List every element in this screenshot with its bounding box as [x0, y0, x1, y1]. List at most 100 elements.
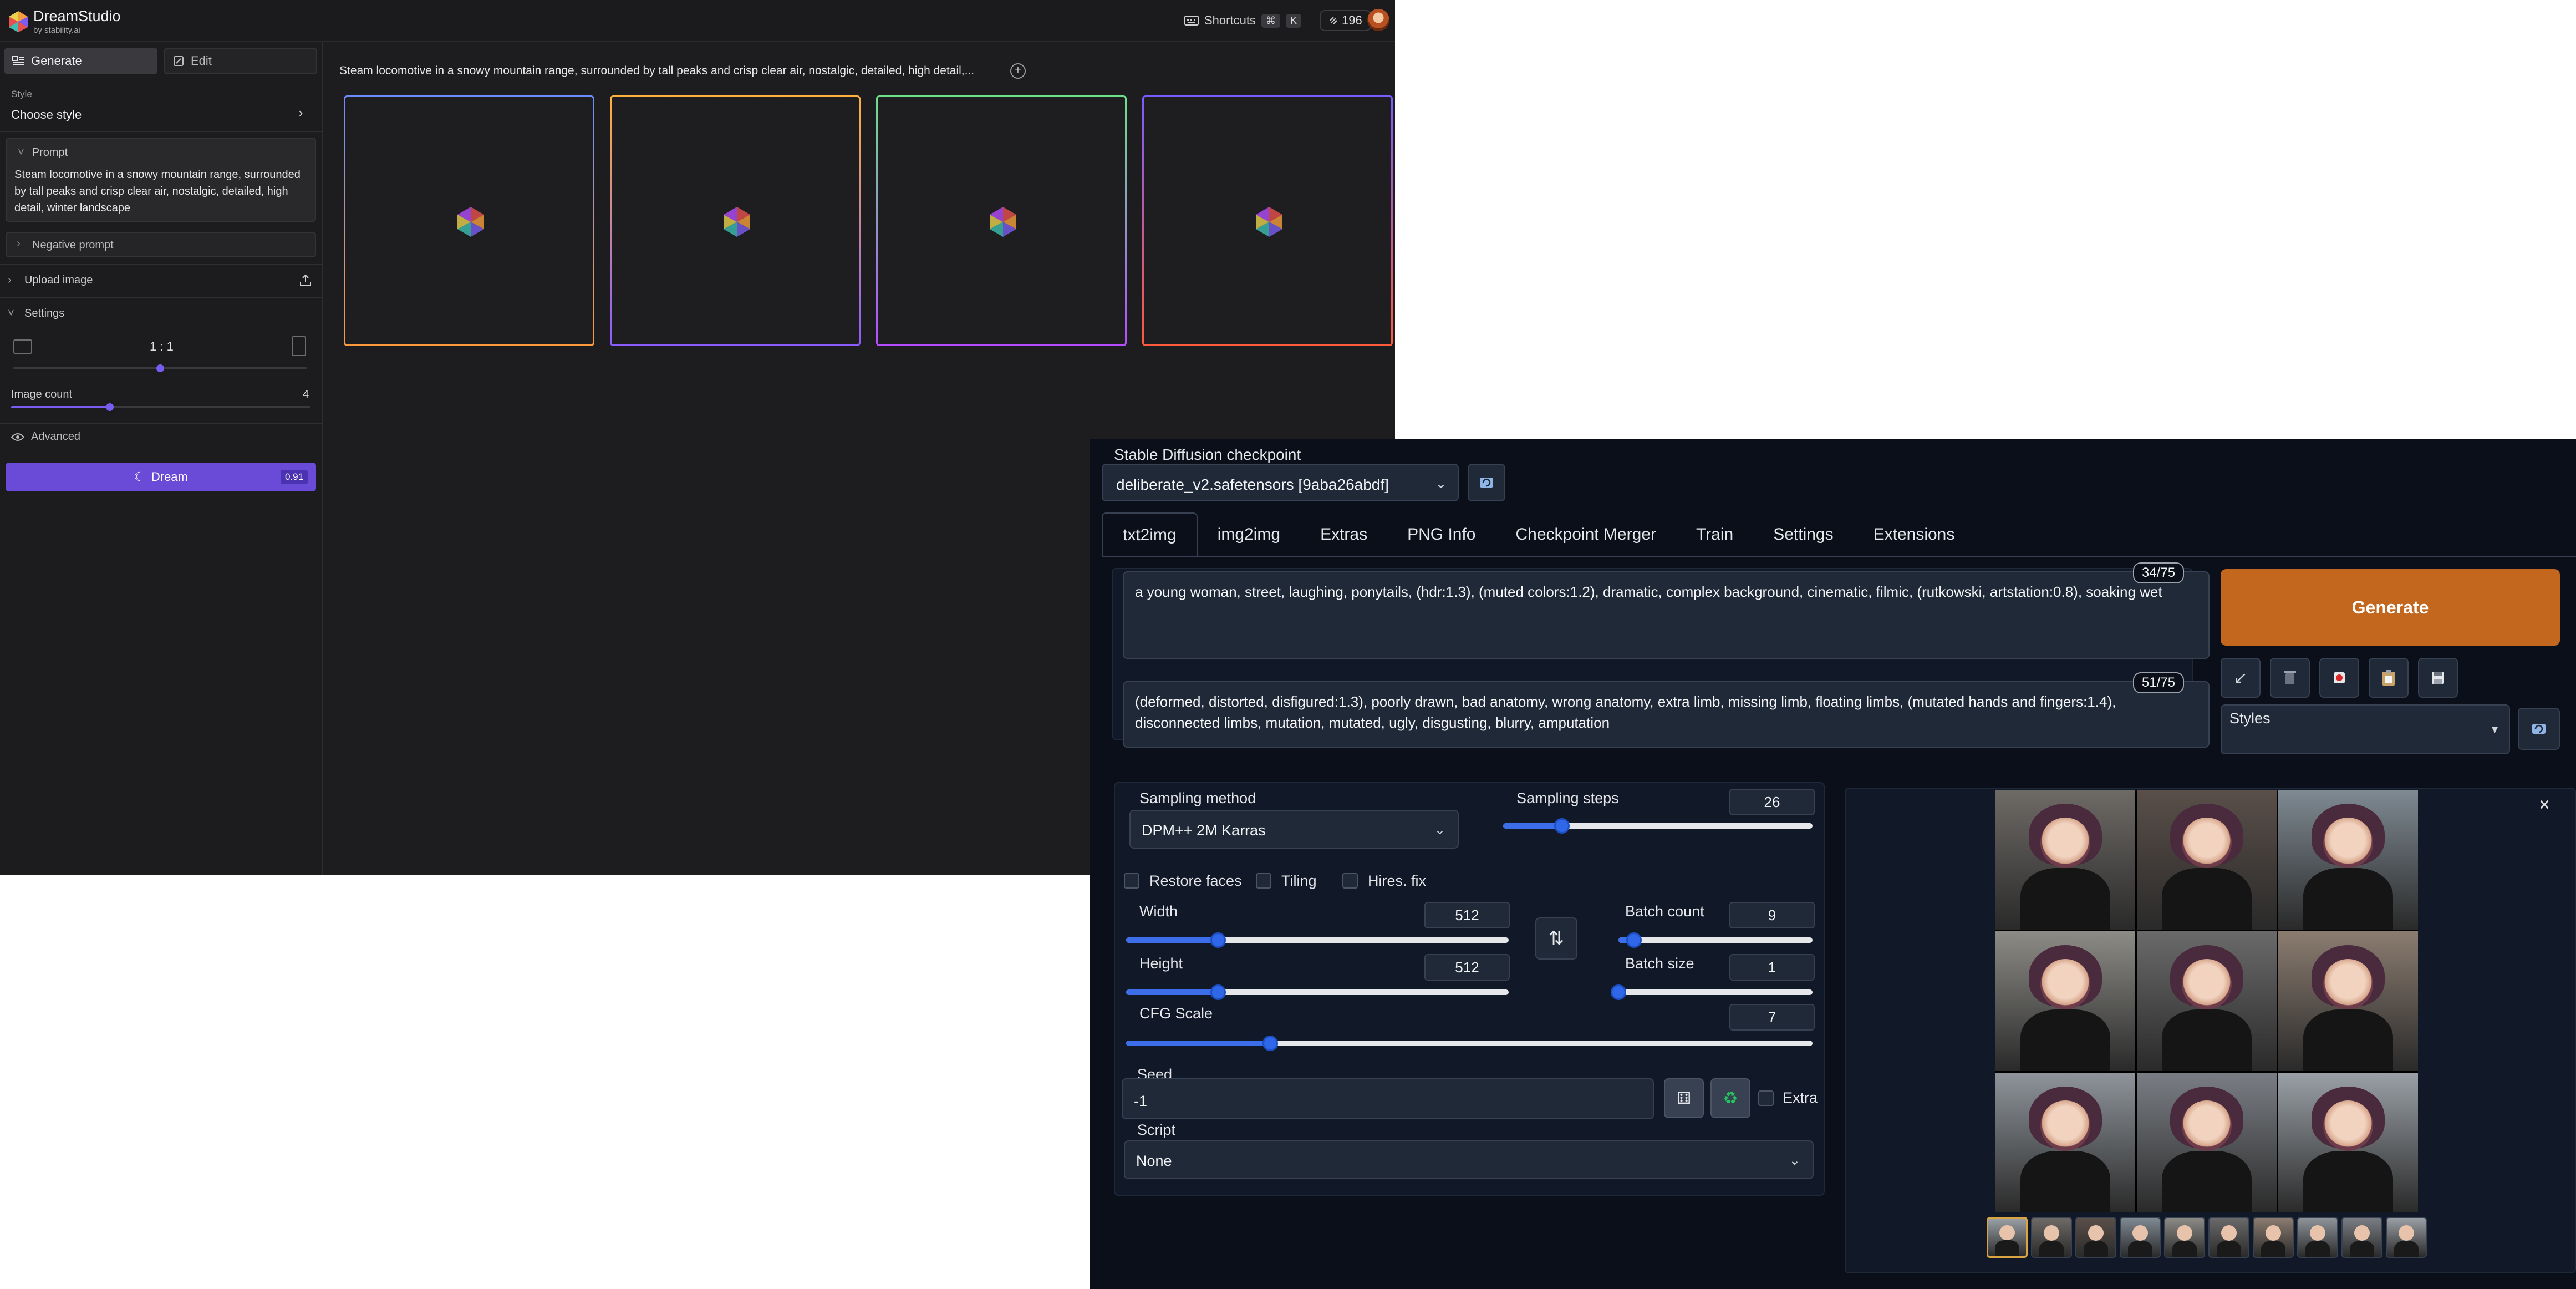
- divider: [0, 131, 322, 132]
- generated-image-card[interactable]: [876, 95, 1127, 346]
- landscape-aspect-icon[interactable]: [13, 339, 32, 354]
- script-select[interactable]: None ⌄: [1124, 1140, 1814, 1179]
- shortcuts-button[interactable]: Shortcuts ⌘ K: [1184, 13, 1301, 28]
- styles-select[interactable]: Styles ▾: [2221, 704, 2510, 754]
- chevron-right-icon[interactable]: ›: [298, 104, 303, 121]
- height-slider[interactable]: [1126, 984, 1509, 1000]
- checkpoint-select[interactable]: deliberate_v2.safetensors [9aba26abdf] ⌄: [1102, 464, 1459, 501]
- record-button[interactable]: [2319, 658, 2359, 698]
- chevron-down-icon: ⌄: [1434, 823, 1445, 838]
- gallery-thumbnail[interactable]: [2341, 1217, 2382, 1258]
- cfg-scale-input[interactable]: 7: [1729, 1004, 1815, 1031]
- aspect-slider[interactable]: [13, 364, 307, 372]
- tab-png-info[interactable]: PNG Info: [1387, 512, 1495, 557]
- batch-size-slider[interactable]: [1611, 984, 1813, 1000]
- read-params-button[interactable]: ↙: [2221, 658, 2261, 698]
- gallery-thumbnail[interactable]: [2208, 1217, 2249, 1258]
- generated-image[interactable]: [1995, 931, 2135, 1071]
- height-input[interactable]: 512: [1424, 954, 1510, 981]
- gallery-thumbnail[interactable]: [2164, 1217, 2205, 1258]
- sampling-steps-input[interactable]: 26: [1729, 789, 1815, 815]
- slider-thumb[interactable]: [1626, 932, 1642, 948]
- gallery-thumbnail[interactable]: [2075, 1217, 2116, 1258]
- swap-dimensions-button[interactable]: ⇅: [1535, 917, 1577, 960]
- generated-image-card[interactable]: [344, 95, 594, 346]
- cfg-scale-slider[interactable]: [1126, 1036, 1813, 1051]
- advanced-toggle[interactable]: Advanced: [11, 430, 80, 443]
- prompt-textarea[interactable]: a young woman, street, laughing, ponytai…: [1123, 571, 2210, 659]
- close-icon[interactable]: ×: [2539, 794, 2550, 816]
- gallery-thumbnail[interactable]: [2386, 1217, 2427, 1258]
- checkpoint-refresh-button[interactable]: [1468, 464, 1505, 501]
- tab-checkpoint-merger[interactable]: Checkpoint Merger: [1496, 512, 1676, 557]
- gallery-thumbnail[interactable]: [2120, 1217, 2161, 1258]
- add-icon[interactable]: +: [1010, 63, 1026, 79]
- tab-txt2img[interactable]: txt2img: [1102, 512, 1198, 557]
- trash-button[interactable]: [2270, 658, 2310, 698]
- upload-icon[interactable]: [298, 273, 313, 287]
- credits-badge[interactable]: 196: [1320, 10, 1371, 31]
- tab-img2img[interactable]: img2img: [1198, 512, 1300, 557]
- slider-thumb[interactable]: [1554, 818, 1570, 834]
- generated-image[interactable]: [1995, 1073, 2135, 1212]
- generated-image[interactable]: [1995, 790, 2135, 930]
- tab-train[interactable]: Train: [1676, 512, 1753, 557]
- tab-generate[interactable]: Generate: [4, 48, 157, 74]
- generated-image[interactable]: [2278, 790, 2418, 930]
- width-input[interactable]: 512: [1424, 902, 1510, 928]
- sampling-method-select[interactable]: DPM++ 2M Karras ⌄: [1129, 810, 1459, 849]
- prompt-title[interactable]: ˅ Prompt: [18, 146, 68, 159]
- style-select[interactable]: Choose style: [11, 108, 82, 122]
- avatar[interactable]: [1367, 9, 1389, 31]
- aspect-slider-thumb[interactable]: [156, 364, 164, 372]
- portrait-face: [2323, 1100, 2374, 1151]
- generated-image[interactable]: [2137, 931, 2277, 1071]
- tab-extensions[interactable]: Extensions: [1854, 512, 1975, 557]
- clipboard-button[interactable]: [2369, 658, 2409, 698]
- generated-image[interactable]: [2278, 931, 2418, 1071]
- batch-count-slider[interactable]: [1618, 932, 1813, 948]
- generated-image-card[interactable]: [610, 95, 861, 346]
- extra-seed-checkbox[interactable]: [1758, 1090, 1774, 1106]
- dreamstudio-logo-icon: [9, 11, 28, 32]
- slider-thumb[interactable]: [1210, 984, 1226, 1000]
- tiling-checkbox[interactable]: [1256, 873, 1271, 889]
- image-count-slider[interactable]: [11, 403, 310, 411]
- slider-thumb[interactable]: [1210, 932, 1226, 948]
- dream-button[interactable]: ☾ Dream 0.91: [6, 463, 316, 491]
- sampling-steps-slider[interactable]: [1503, 818, 1813, 834]
- reuse-seed-button[interactable]: ♻: [1710, 1078, 1750, 1118]
- tab-settings[interactable]: Settings: [1753, 512, 1853, 557]
- loading-logo-icon: [1256, 207, 1282, 237]
- save-style-button[interactable]: [2418, 658, 2458, 698]
- negative-prompt-textarea[interactable]: (deformed, distorted, disfigured:1.3), p…: [1123, 681, 2210, 748]
- main-prompt-text[interactable]: Steam locomotive in a snowy mountain ran…: [339, 64, 974, 78]
- generated-image[interactable]: [2137, 790, 2277, 930]
- thumbnail-body: [2083, 1240, 2109, 1257]
- prompt-textarea[interactable]: Steam locomotive in a snowy mountain ran…: [14, 166, 314, 216]
- restore-faces-checkbox[interactable]: [1124, 873, 1139, 889]
- hires-fix-checkbox[interactable]: [1342, 873, 1358, 889]
- width-slider[interactable]: [1126, 932, 1509, 948]
- random-seed-button[interactable]: ⚅: [1664, 1078, 1704, 1118]
- seed-input[interactable]: -1: [1122, 1078, 1654, 1119]
- gallery-thumbnail[interactable]: [2031, 1217, 2072, 1258]
- negative-prompt-toggle[interactable]: › Negative prompt: [6, 232, 316, 257]
- portrait-aspect-icon[interactable]: [292, 336, 306, 356]
- generated-image[interactable]: [2137, 1073, 2277, 1212]
- styles-refresh-button[interactable]: [2518, 708, 2560, 750]
- batch-size-input[interactable]: 1: [1729, 954, 1815, 981]
- image-grid[interactable]: [1995, 790, 2418, 1212]
- gallery-thumbnail[interactable]: [2297, 1217, 2338, 1258]
- slider-thumb[interactable]: [1262, 1036, 1278, 1051]
- image-count-slider-thumb[interactable]: [106, 403, 114, 411]
- generate-button[interactable]: Generate: [2221, 569, 2560, 646]
- generated-image-card[interactable]: [1142, 95, 1393, 346]
- gallery-thumbnail[interactable]: [1987, 1217, 2028, 1258]
- generated-image[interactable]: [2278, 1073, 2418, 1212]
- gallery-thumbnail[interactable]: [2253, 1217, 2294, 1258]
- tab-extras[interactable]: Extras: [1300, 512, 1387, 557]
- slider-thumb[interactable]: [1611, 984, 1626, 1000]
- tab-edit[interactable]: Edit: [164, 48, 317, 74]
- batch-count-input[interactable]: 9: [1729, 902, 1815, 928]
